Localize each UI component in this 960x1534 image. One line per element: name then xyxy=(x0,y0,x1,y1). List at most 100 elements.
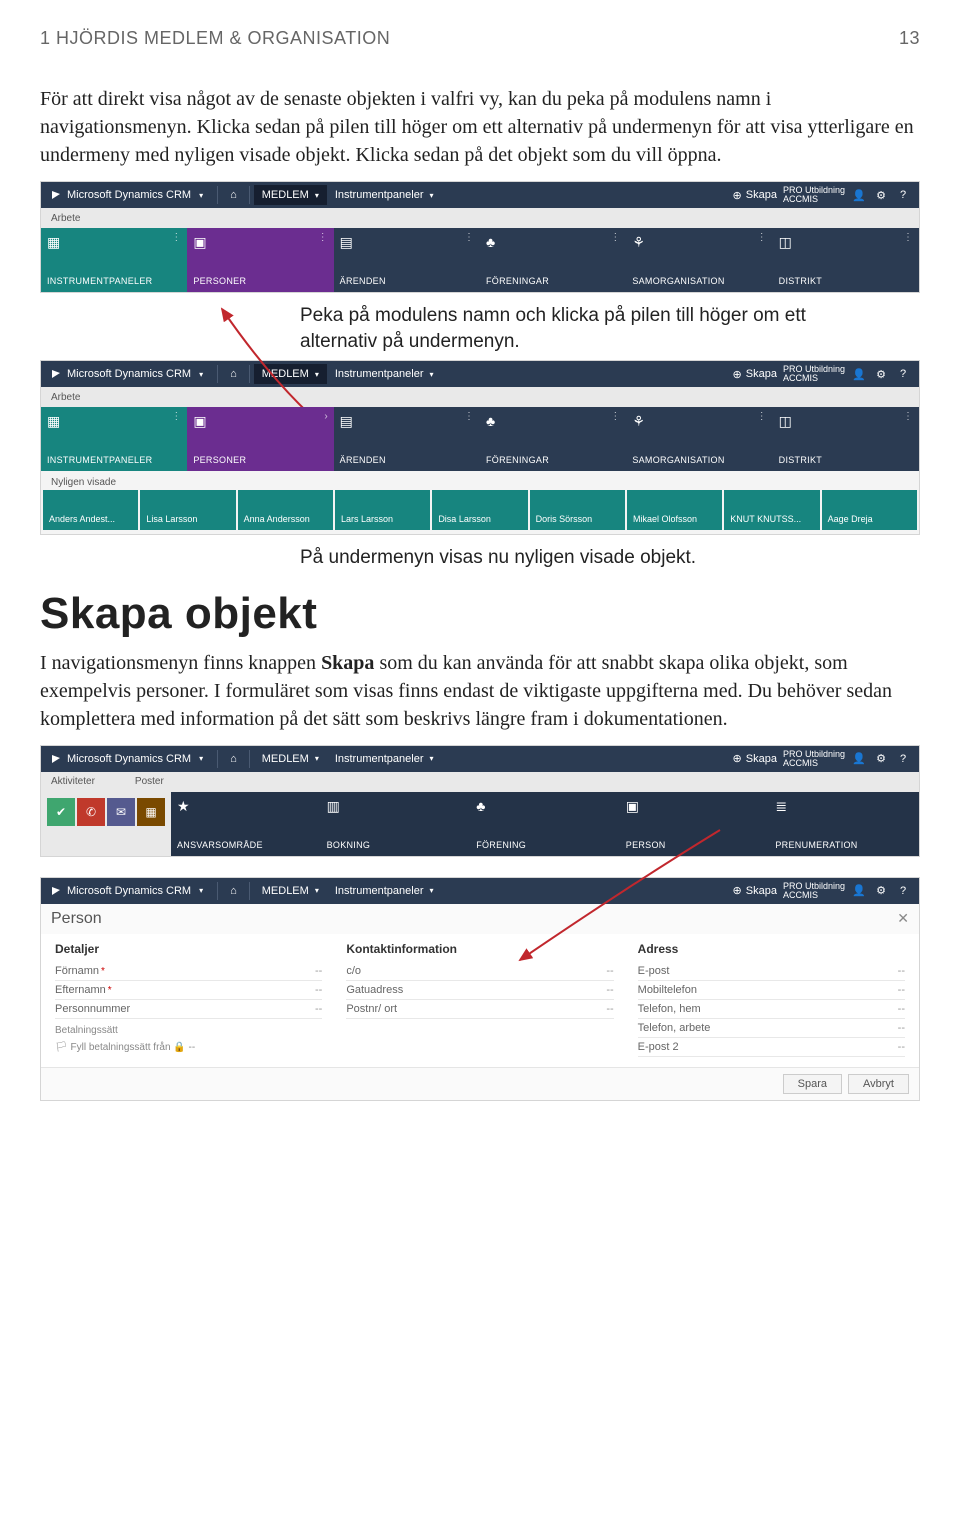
field-mobil[interactable]: Mobiltelefon-- xyxy=(638,981,905,1000)
tab-label: Instrumentpaneler xyxy=(335,189,424,201)
medlem-tab[interactable]: MEDLEM▾ xyxy=(254,185,327,205)
create-button[interactable]: ⊕ Skapa xyxy=(733,368,777,381)
home-tab[interactable]: ⌂ xyxy=(222,749,245,769)
crm-brand[interactable]: Microsoft Dynamics CRM▾ xyxy=(41,368,213,380)
field-gatuadress[interactable]: Gatuadress-- xyxy=(346,981,613,1000)
field-co[interactable]: c/o-- xyxy=(346,962,613,981)
recent-item[interactable]: KNUT KNUTSS... xyxy=(724,490,819,530)
tile-samorganisation[interactable]: ⚘⋮SAMORGANISATION xyxy=(626,228,772,292)
create-button[interactable]: ⊕ Skapa xyxy=(733,189,777,202)
recent-item[interactable]: Aage Dreja xyxy=(822,490,917,530)
user-icon[interactable]: 👤 xyxy=(851,751,867,767)
lock-icon: 🏳 xyxy=(55,1042,68,1053)
form-col-address: Adress E-post-- Mobiltelefon-- Telefon, … xyxy=(638,942,905,1057)
close-icon[interactable]: ✕ xyxy=(897,910,909,927)
gear-icon[interactable]: ⚙ xyxy=(873,883,889,899)
home-tab[interactable]: ⌂ xyxy=(222,881,245,901)
tile-distrikt[interactable]: ◫⋮DISTRIKT xyxy=(773,228,919,292)
field-telhem[interactable]: Telefon, hem-- xyxy=(638,1000,905,1019)
tile-person[interactable]: ▣PERSON xyxy=(620,792,770,856)
user-icon[interactable]: 👤 xyxy=(851,187,867,203)
subscription-icon: ≣ xyxy=(775,798,913,815)
crm-brand[interactable]: Microsoft Dynamics CRM▾ xyxy=(41,885,213,897)
field-personnummer[interactable]: Personnummer-- xyxy=(55,1000,322,1019)
intro-paragraph: För att direkt visa något av de senaste … xyxy=(40,85,920,169)
instrumentpaneler-tab[interactable]: Instrumentpaneler▾ xyxy=(327,749,442,769)
tile-foreningar[interactable]: ♣⋮FÖRENINGAR xyxy=(480,228,626,292)
tile-distrikt[interactable]: ◫⋮DISTRIKT xyxy=(773,407,919,471)
tile-samorganisation[interactable]: ⚘⋮SAMORGANISATION xyxy=(626,407,772,471)
field-fornamn[interactable]: Förnamn-- xyxy=(55,962,322,981)
user-badge[interactable]: PRO UtbildningACCMIS xyxy=(783,186,845,204)
tile-personer[interactable]: ▣⋮PERSONER xyxy=(187,228,333,292)
plus-icon: ⊕ xyxy=(733,189,742,202)
tile-instrumentpaneler[interactable]: ▦⋮INSTRUMENTPANELER xyxy=(41,407,187,471)
create-label: Skapa xyxy=(746,189,777,201)
medlem-tab[interactable]: MEDLEM▾ xyxy=(254,749,327,769)
tile-ansvarsomrade[interactable]: ★ANSVARSOMRÅDE xyxy=(171,792,321,856)
recent-item[interactable]: Lars Larsson xyxy=(335,490,430,530)
recent-item[interactable]: Anders Andest... xyxy=(43,490,138,530)
help-icon[interactable]: ? xyxy=(895,366,911,382)
instrumentpaneler-tab[interactable]: Instrumentpaneler▾ xyxy=(327,881,442,901)
tile-forening[interactable]: ♣FÖRENING xyxy=(470,792,620,856)
recent-item[interactable]: Doris Sörsson xyxy=(530,490,625,530)
activity-phone-icon[interactable]: ✆ xyxy=(77,798,105,826)
help-icon[interactable]: ? xyxy=(895,751,911,767)
activity-check-icon[interactable]: ✔ xyxy=(47,798,75,826)
activity-calendar-icon[interactable]: ▦ xyxy=(137,798,165,826)
home-tab[interactable]: ⌂ xyxy=(222,185,245,205)
crm-screenshot-3: Microsoft Dynamics CRM▾ ⌂ MEDLEM▾ Instru… xyxy=(40,745,920,857)
dashboard-icon: ▦ xyxy=(47,234,181,251)
tiles-row: ▦⋮INSTRUMENTPANELER ▣⋮PERSONER ▤⋮ÄRENDEN… xyxy=(41,228,919,292)
field-betalningssatt: Betalningssätt xyxy=(55,1025,322,1036)
tab-label: MEDLEM xyxy=(262,189,309,201)
tile-bokning[interactable]: ▥BOKNING xyxy=(321,792,471,856)
field-epost[interactable]: E-post-- xyxy=(638,962,905,981)
tile-arenden[interactable]: ▤⋮ÄRENDEN xyxy=(334,228,480,292)
medlem-tab[interactable]: MEDLEM▾ xyxy=(254,881,327,901)
field-postnr[interactable]: Postnr/ ort-- xyxy=(346,1000,613,1019)
create-button[interactable]: ⊕ Skapa xyxy=(733,752,777,765)
form-col-contact: Kontaktinformation c/o-- Gatuadress-- Po… xyxy=(346,942,613,1057)
pin-icon: ⋮ xyxy=(464,232,474,243)
activity-mail-icon[interactable]: ✉ xyxy=(107,798,135,826)
tile-foreningar[interactable]: ♣⋮FÖRENINGAR xyxy=(480,407,626,471)
tile-instrumentpaneler[interactable]: ▦⋮INSTRUMENTPANELER xyxy=(41,228,187,292)
user-icon[interactable]: 👤 xyxy=(851,366,867,382)
dynamics-icon xyxy=(51,369,61,379)
recent-item[interactable]: Mikael Olofsson xyxy=(627,490,722,530)
medlem-tab[interactable]: MEDLEM▾ xyxy=(254,364,327,384)
field-telarb[interactable]: Telefon, arbete-- xyxy=(638,1019,905,1038)
home-tab[interactable]: ⌂ xyxy=(222,364,245,384)
field-epost2[interactable]: E-post 2-- xyxy=(638,1038,905,1057)
crm-brand[interactable]: Microsoft Dynamics CRM▾ xyxy=(41,189,213,201)
help-icon[interactable]: ? xyxy=(895,883,911,899)
cancel-button[interactable]: Avbryt xyxy=(848,1074,909,1094)
gear-icon[interactable]: ⚙ xyxy=(873,751,889,767)
crm-subbar: Arbete xyxy=(41,208,919,228)
user-badge[interactable]: PRO UtbildningACCMIS xyxy=(783,365,845,383)
tile-arenden[interactable]: ▤⋮ÄRENDEN xyxy=(334,407,480,471)
recent-item[interactable]: Anna Andersson xyxy=(238,490,333,530)
crm-brand[interactable]: Microsoft Dynamics CRM▾ xyxy=(41,753,213,765)
field-efternamn[interactable]: Efternamn-- xyxy=(55,981,322,1000)
instrumentpaneler-tab[interactable]: Instrumentpaneler▾ xyxy=(327,364,442,384)
col-heading: Adress xyxy=(638,942,905,956)
dynamics-icon xyxy=(51,754,61,764)
gear-icon[interactable]: ⚙ xyxy=(873,187,889,203)
dynamics-icon xyxy=(51,190,61,200)
help-icon[interactable]: ? xyxy=(895,187,911,203)
section-heading: Skapa objekt xyxy=(40,589,920,639)
chevron-right-icon[interactable]: › xyxy=(324,411,327,422)
save-button[interactable]: Spara xyxy=(783,1074,842,1094)
recent-item[interactable]: Lisa Larsson xyxy=(140,490,235,530)
gear-icon[interactable]: ⚙ xyxy=(873,366,889,382)
tile-prenumeration[interactable]: ≣PRENUMERATION xyxy=(769,792,919,856)
instrumentpaneler-tab[interactable]: Instrumentpaneler▾ xyxy=(327,185,442,205)
recent-item[interactable]: Disa Larsson xyxy=(432,490,527,530)
user-icon[interactable]: 👤 xyxy=(851,883,867,899)
form-col-details: Detaljer Förnamn-- Efternamn-- Personnum… xyxy=(55,942,322,1057)
create-button[interactable]: ⊕ Skapa xyxy=(733,884,777,897)
tile-personer[interactable]: ▣›PERSONER xyxy=(187,407,333,471)
